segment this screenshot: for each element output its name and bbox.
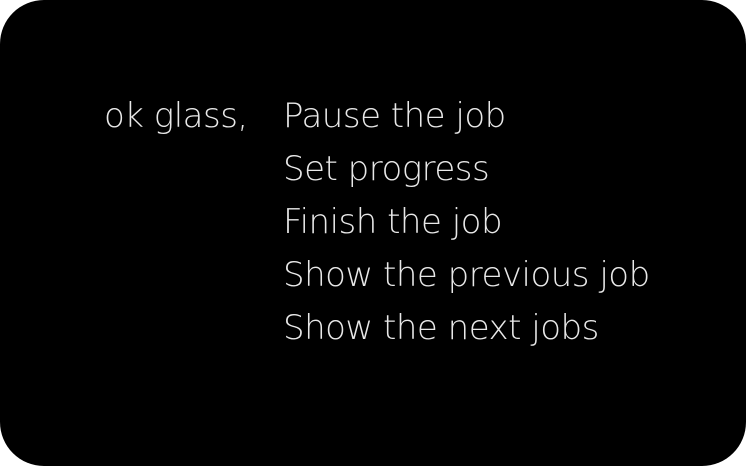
hotword-prompt: ok glass, xyxy=(104,96,248,136)
command-show-next-jobs[interactable]: Show the next jobs xyxy=(283,302,650,350)
glass-voice-menu-card: ok glass, Pause the job Set progress Fin… xyxy=(0,0,746,466)
command-set-progress[interactable]: Set progress xyxy=(283,143,650,196)
command-finish-job[interactable]: Finish the job xyxy=(283,196,650,249)
command-show-previous-job[interactable]: Show the previous job xyxy=(283,249,650,302)
command-pause-job[interactable]: Pause the job xyxy=(283,90,650,143)
voice-command-list: Pause the job Set progress Finish the jo… xyxy=(283,90,650,350)
